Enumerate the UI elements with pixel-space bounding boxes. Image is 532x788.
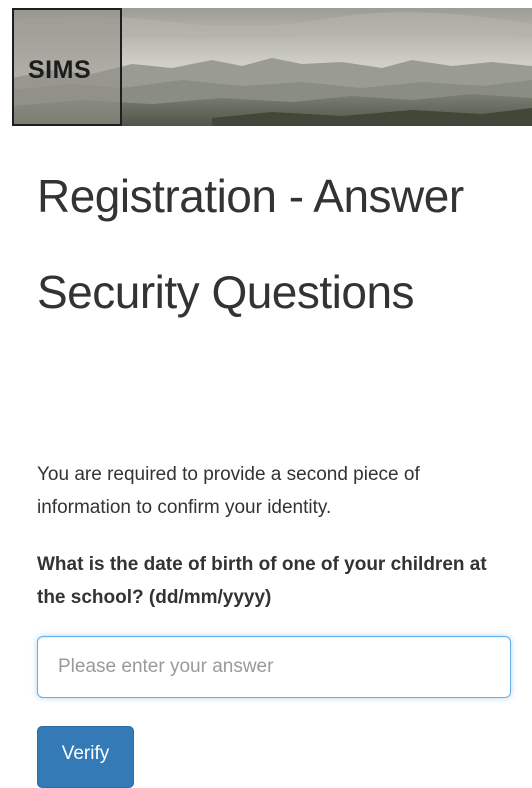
security-answer-input[interactable] <box>37 636 511 698</box>
logo-text: SIMS <box>28 56 92 84</box>
intro-text: You are required to provide a second pie… <box>37 464 420 518</box>
verify-button[interactable]: Verify <box>37 726 134 788</box>
security-question-label: What is the date of birth of one of your… <box>37 554 487 608</box>
sims-logo: SIMS <box>12 8 122 126</box>
page-title: Registration - Answer Security Questions <box>37 170 464 318</box>
header-banner: SIMS <box>12 8 532 126</box>
